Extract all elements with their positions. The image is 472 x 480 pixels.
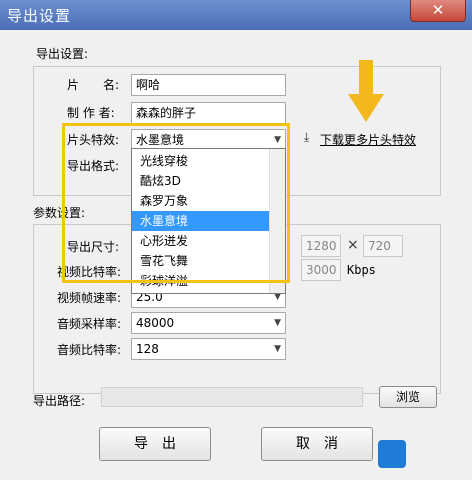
audio-bitrate-select-value: 128 xyxy=(136,342,159,356)
window-title: 导出设置 xyxy=(7,7,72,25)
author-input[interactable]: 森森的胖子 xyxy=(131,102,286,124)
cancel-button[interactable]: 取 消 xyxy=(261,427,373,461)
export-settings-label: 导出设置: xyxy=(36,47,89,61)
export-button[interactable]: 导 出 xyxy=(99,427,211,461)
times-sign: × xyxy=(347,237,359,253)
chevron-down-icon: ▼ xyxy=(274,344,281,354)
height-input[interactable]: 720 xyxy=(363,235,403,257)
chevron-down-icon: ▼ xyxy=(274,318,281,328)
width-input[interactable]: 1280 xyxy=(301,235,341,257)
samplerate-select[interactable]: 48000 ▼ xyxy=(131,312,286,334)
name-input[interactable]: 啊哈 xyxy=(131,74,286,96)
browse-button[interactable]: 浏览 xyxy=(379,386,437,408)
close-button[interactable]: ✕ xyxy=(410,0,466,22)
arrow-down-icon xyxy=(348,60,384,122)
samplerate-label: 音频采样率: xyxy=(57,317,122,331)
watermark-logo xyxy=(378,440,406,468)
title-bar: 导出设置 ✕ xyxy=(0,0,472,30)
author-label: 制 作 者: xyxy=(67,106,115,120)
dialog-content: 导出设置: 片 名: 啊哈 制 作 者: 森森的胖子 片头特效: 水墨意境 ▼ … xyxy=(0,30,472,480)
export-path-input[interactable] xyxy=(101,387,363,407)
framerate-label: 视频帧速率: xyxy=(57,291,122,305)
download-more-effects-link[interactable]: 下载更多片头特效 xyxy=(320,131,416,148)
audio-bitrate-select[interactable]: 128 ▼ xyxy=(131,338,286,360)
name-label: 片 名: xyxy=(67,78,120,92)
audio-bitrate-label: 音频比特率: xyxy=(57,343,122,357)
kbps-unit: Kbps xyxy=(347,263,376,277)
highlight-box xyxy=(62,123,290,283)
video-bitrate-input[interactable]: 3000 xyxy=(301,259,341,281)
download-icon: ⤓ xyxy=(304,130,310,144)
export-path-label: 导出路径: xyxy=(33,394,86,408)
samplerate-select-value: 48000 xyxy=(136,316,175,330)
